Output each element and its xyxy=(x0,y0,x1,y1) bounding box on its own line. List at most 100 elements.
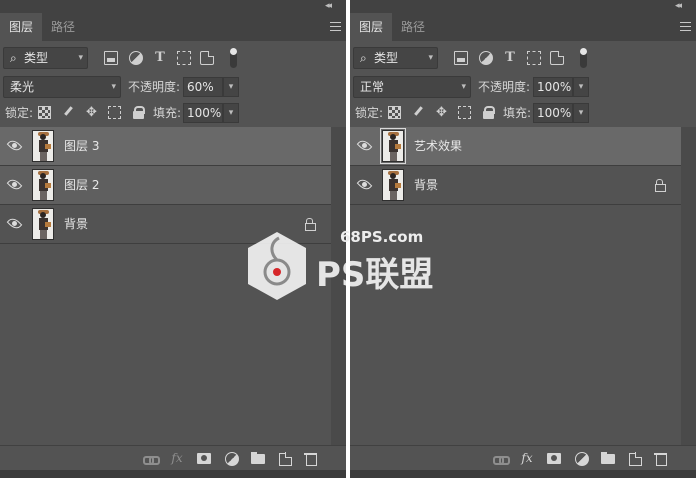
adjustment-layer-icon[interactable] xyxy=(574,451,590,466)
opacity-input[interactable]: 60% xyxy=(183,77,223,97)
eye-icon[interactable] xyxy=(6,215,23,232)
eye-icon[interactable] xyxy=(6,137,23,154)
panel-menu-icon[interactable] xyxy=(330,22,341,31)
collapse-icon[interactable]: ◂◂ xyxy=(325,1,332,11)
filter-kind-value: 类型 xyxy=(374,51,399,65)
tab-paths[interactable]: 路径 xyxy=(42,13,84,41)
smart-object-filter-icon[interactable] xyxy=(200,51,214,65)
opacity-dropdown-button[interactable]: ▾ xyxy=(223,77,239,97)
layer-name[interactable]: 艺术效果 xyxy=(414,127,462,166)
layer-list: 艺术效果 背景 xyxy=(350,127,681,205)
adjustment-filter-icon[interactable] xyxy=(129,51,143,65)
new-layer-icon[interactable] xyxy=(277,451,293,466)
layer-row[interactable]: 图层 3 xyxy=(0,127,331,166)
layer-name[interactable]: 图层 3 xyxy=(64,127,99,166)
layer-name[interactable]: 图层 2 xyxy=(64,166,99,205)
lock-artboard-icon[interactable] xyxy=(458,106,471,119)
lock-transparent-icon[interactable] xyxy=(388,106,401,119)
group-folder-icon[interactable] xyxy=(600,451,616,466)
delete-trash-icon[interactable] xyxy=(303,451,319,466)
lock-all-icon[interactable] xyxy=(132,106,145,119)
panel-menu-icon[interactable] xyxy=(680,22,691,31)
blend-mode-select[interactable]: 柔光 ▾ xyxy=(3,76,121,98)
search-icon: ⌕ xyxy=(10,51,17,65)
opacity-dropdown-button[interactable]: ▾ xyxy=(573,77,589,97)
image-filter-icon[interactable] xyxy=(104,51,118,65)
filter-toggle[interactable] xyxy=(580,48,587,68)
lock-position-icon[interactable]: ✥ xyxy=(435,106,448,119)
smart-object-filter-icon[interactable] xyxy=(550,51,564,65)
blend-mode-select[interactable]: 正常 ▾ xyxy=(353,76,471,98)
shape-filter-icon[interactable] xyxy=(527,51,541,65)
layer-name[interactable]: 背景 xyxy=(414,166,438,205)
layer-thumbnail xyxy=(32,130,54,162)
group-folder-icon[interactable] xyxy=(250,451,266,466)
lock-transparent-icon[interactable] xyxy=(38,106,51,119)
blend-mode-value: 柔光 xyxy=(10,80,35,94)
blend-row: 柔光 ▾ 不透明度: 60% ▾ xyxy=(0,75,346,99)
eye-icon[interactable] xyxy=(6,176,23,193)
layer-thumbnail xyxy=(382,169,404,201)
blend-mode-value: 正常 xyxy=(360,80,385,94)
adjustment-filter-icon[interactable] xyxy=(479,51,493,65)
tab-paths[interactable]: 路径 xyxy=(392,13,434,41)
eye-icon[interactable] xyxy=(356,176,373,193)
shape-filter-icon[interactable] xyxy=(177,51,191,65)
type-filter-icon[interactable]: T xyxy=(153,51,167,65)
lock-position-icon[interactable]: ✥ xyxy=(85,106,98,119)
adjustment-layer-icon[interactable] xyxy=(224,451,240,466)
fx-icon[interactable]: fx xyxy=(519,451,535,466)
opacity-label: 不透明度: xyxy=(478,80,531,94)
layers-panel-right: ◂◂ 图层 路径 ⌕ 类型 ▾ T 正常 ▾ 不透明度: 100% ▾ 锁定: ✥ xyxy=(350,0,696,478)
layer-name[interactable]: 背景 xyxy=(64,205,88,244)
layer-lock-icon xyxy=(305,218,316,231)
fill-label: 填充: xyxy=(503,106,532,120)
new-layer-icon[interactable] xyxy=(627,451,643,466)
add-mask-icon[interactable] xyxy=(196,451,212,466)
lock-label: 锁定: xyxy=(5,106,34,120)
fill-input[interactable]: 100% xyxy=(183,103,223,123)
layer-thumbnail xyxy=(32,169,54,201)
image-filter-icon[interactable] xyxy=(454,51,468,65)
panel-bottom-edge xyxy=(350,470,696,478)
layer-row[interactable]: 背景 xyxy=(350,166,681,205)
tab-layers[interactable]: 图层 xyxy=(350,13,393,41)
tab-layers[interactable]: 图层 xyxy=(0,13,43,41)
search-icon: ⌕ xyxy=(360,51,367,65)
panel-footer: fx xyxy=(0,445,346,470)
eye-icon[interactable] xyxy=(356,137,373,154)
filter-kind-select[interactable]: ⌕ 类型 ▾ xyxy=(3,47,88,69)
layer-list-scrollbar[interactable] xyxy=(681,127,696,445)
layer-row[interactable]: 图层 2 xyxy=(0,166,331,205)
type-filter-icon[interactable]: T xyxy=(503,51,517,65)
blend-row: 正常 ▾ 不透明度: 100% ▾ xyxy=(350,75,696,99)
filter-kind-value: 类型 xyxy=(24,51,49,65)
collapse-icon[interactable]: ◂◂ xyxy=(675,1,682,11)
chevron-down-icon: ▾ xyxy=(461,82,466,92)
add-mask-icon[interactable] xyxy=(546,451,562,466)
opacity-input[interactable]: 100% xyxy=(533,77,573,97)
panel-tabbar: 图层 路径 xyxy=(350,13,696,41)
filter-kind-select[interactable]: ⌕ 类型 ▾ xyxy=(353,47,438,69)
lock-row: 锁定: ✥ 填充: 100% ▾ xyxy=(0,101,346,125)
delete-trash-icon[interactable] xyxy=(653,451,669,466)
filter-row: ⌕ 类型 ▾ T xyxy=(0,46,346,70)
layer-list: 图层 3 图层 2 背景 xyxy=(0,127,331,244)
fx-icon[interactable]: fx xyxy=(169,451,185,466)
panel-tabbar: 图层 路径 xyxy=(0,13,346,41)
layer-row[interactable]: 背景 xyxy=(0,205,331,244)
layer-list-scrollbar[interactable] xyxy=(331,127,346,445)
lock-all-icon[interactable] xyxy=(482,106,495,119)
lock-image-icon[interactable] xyxy=(62,106,75,119)
panel-top-strip: ◂◂ xyxy=(0,0,346,13)
chevron-down-icon: ▾ xyxy=(111,82,116,92)
lock-image-icon[interactable] xyxy=(412,106,425,119)
fill-dropdown-button[interactable]: ▾ xyxy=(223,103,239,123)
fill-input[interactable]: 100% xyxy=(533,103,573,123)
link-layers-icon[interactable] xyxy=(142,451,160,466)
lock-artboard-icon[interactable] xyxy=(108,106,121,119)
filter-toggle[interactable] xyxy=(230,48,237,68)
fill-dropdown-button[interactable]: ▾ xyxy=(573,103,589,123)
layer-row[interactable]: 艺术效果 xyxy=(350,127,681,166)
link-layers-icon[interactable] xyxy=(492,451,510,466)
